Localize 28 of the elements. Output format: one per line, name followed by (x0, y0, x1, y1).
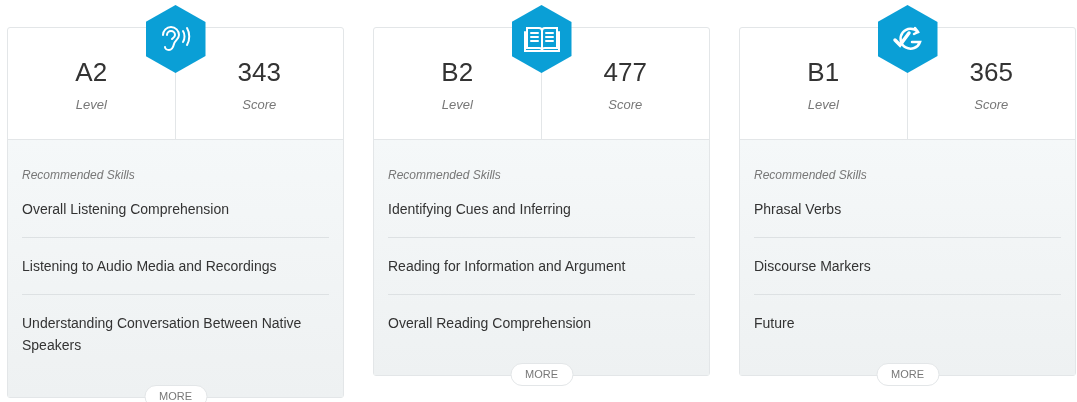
level-value: A2 (75, 57, 108, 87)
skill-link[interactable]: Phrasal Verbs (754, 198, 1061, 220)
skills-heading: Recommended Skills (22, 167, 136, 184)
score-label: Score (242, 96, 277, 114)
level-label: Level (75, 96, 107, 114)
level-value: B2 (441, 57, 474, 87)
score-value: 343 (237, 57, 281, 87)
skills-heading: Recommended Skills (388, 167, 502, 184)
skill-link[interactable]: Identifying Cues and Inferring (388, 198, 695, 220)
level-label: Level (807, 96, 839, 114)
skill-link[interactable]: Overall Reading Comprehension (388, 312, 695, 334)
skill-link[interactable]: Listening to Audio Media and Recordings (22, 255, 329, 277)
skill-link[interactable]: Understanding Conversation Between Native Speakers (22, 312, 329, 356)
skill-link[interactable]: Discourse Markers (754, 255, 1061, 277)
score-label: Score (974, 96, 1009, 114)
more-button[interactable]: MORE (876, 363, 939, 386)
skill-link[interactable]: Future (754, 312, 1061, 334)
skills-heading: Recommended Skills (754, 167, 868, 184)
book-icon (523, 24, 560, 54)
more-button[interactable]: MORE (144, 385, 207, 402)
more-button[interactable]: MORE (510, 363, 573, 386)
score-label: Score (608, 96, 643, 114)
score-value: 477 (603, 57, 647, 87)
score-value: 365 (969, 57, 1013, 87)
skill-link[interactable]: Reading for Information and Argument (388, 255, 695, 277)
level-value: B1 (807, 57, 840, 87)
level-label: Level (441, 96, 473, 114)
skill-link[interactable]: Overall Listening Comprehension (22, 198, 329, 220)
